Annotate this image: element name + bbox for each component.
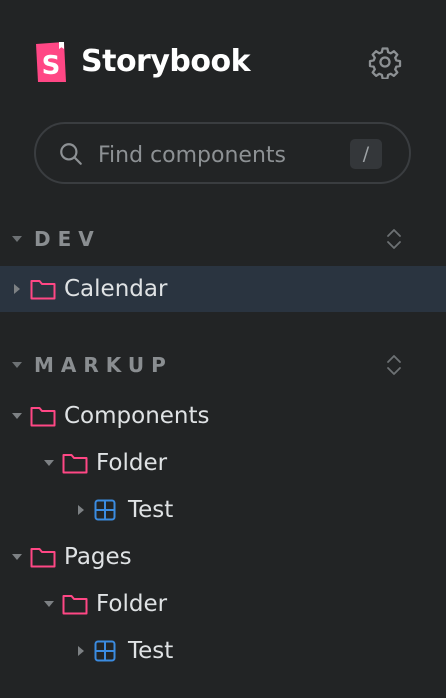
- tree-item-folder[interactable]: Folder: [0, 581, 446, 627]
- section-title: MARKUP: [34, 353, 173, 377]
- expand-collapse-icon[interactable]: [384, 352, 404, 378]
- section-title: DEV: [34, 227, 101, 251]
- search-input[interactable]: [96, 134, 350, 176]
- expand-collapse-icon[interactable]: [384, 226, 404, 252]
- folder-icon: [62, 595, 88, 615]
- component-icon: [94, 640, 116, 662]
- section-header-markup[interactable]: MARKUP: [0, 347, 446, 383]
- search-icon: [60, 143, 82, 165]
- app-title: Storybook: [81, 44, 251, 79]
- tree-item-pages[interactable]: Pages: [0, 534, 446, 580]
- tree-item-calendar[interactable]: Calendar: [0, 266, 446, 312]
- gear-icon[interactable]: [368, 45, 402, 79]
- svg-text:S: S: [42, 51, 61, 81]
- component-icon: [94, 499, 116, 521]
- caret-down-icon: [12, 236, 22, 242]
- folder-icon: [30, 548, 56, 568]
- tree-item-test[interactable]: Test: [0, 628, 446, 674]
- tree-item-label: Test: [128, 497, 174, 523]
- tree-item-label: Folder: [96, 450, 168, 476]
- section-header-dev[interactable]: DEV: [0, 221, 446, 257]
- caret-down-icon: [44, 460, 54, 466]
- tree-item-label: Test: [128, 638, 174, 664]
- storybook-logo-icon: S: [36, 42, 66, 82]
- tree-item-label: Components: [64, 403, 210, 429]
- folder-icon: [62, 454, 88, 474]
- caret-down-icon: [12, 362, 22, 368]
- search-shortcut-key: /: [350, 139, 382, 169]
- storybook-logo[interactable]: S Storybook: [34, 40, 251, 84]
- caret-right-icon: [14, 284, 20, 294]
- tree-item-test[interactable]: Test: [0, 487, 446, 533]
- folder-icon: [30, 407, 56, 427]
- caret-down-icon: [44, 601, 54, 607]
- tree-item-label: Pages: [64, 544, 132, 570]
- caret-down-icon: [12, 554, 22, 560]
- tree-item-label: Folder: [96, 591, 168, 617]
- folder-icon: [30, 280, 56, 300]
- caret-right-icon: [78, 646, 84, 656]
- sidebar-header: S Storybook: [0, 0, 446, 120]
- tree-item-folder[interactable]: Folder: [0, 440, 446, 486]
- tree-item-label: Calendar: [64, 276, 168, 302]
- caret-down-icon: [12, 413, 22, 419]
- caret-right-icon: [78, 505, 84, 515]
- tree-item-components[interactable]: Components: [0, 393, 446, 439]
- search-box: /: [34, 122, 411, 184]
